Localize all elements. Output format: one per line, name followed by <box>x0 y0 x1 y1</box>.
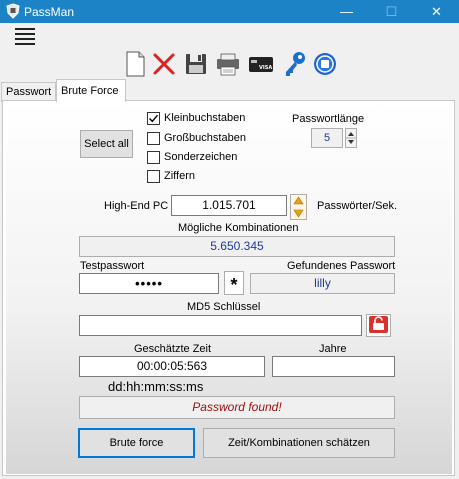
tab-content: Select all Kleinbuchstaben Großbuchstabe… <box>2 100 455 476</box>
new-document-icon[interactable] <box>122 50 148 78</box>
hamburger-menu-icon[interactable] <box>15 28 35 46</box>
estimated-time-label: Geschätzte Zeit <box>134 343 212 355</box>
high-end-pc-label: High-End PC <box>104 200 169 212</box>
estimate-button[interactable]: Zeit/Kombinationen schätzen <box>203 428 395 458</box>
unlock-icon <box>369 316 388 333</box>
password-length-label: Passwortlänge <box>292 113 365 125</box>
maximize-button[interactable]: ☐ <box>369 0 414 23</box>
brute-force-panel: Select all Kleinbuchstaben Großbuchstabe… <box>6 102 452 474</box>
printer-icon[interactable] <box>215 50 241 78</box>
test-password-label: Testpasswort <box>80 260 145 272</box>
found-password-label: Gefundenes Passwort <box>287 260 396 272</box>
select-all-button[interactable]: Select all <box>80 130 133 158</box>
uppercase-label: Großbuchstaben <box>164 132 246 144</box>
lowercase-label: Kleinbuchstaben <box>164 112 246 124</box>
window-client: VISA Passwort Brute Force Select all Kle… <box>0 23 459 479</box>
password-length-spinner[interactable] <box>345 128 357 148</box>
combinations-output: 5.650.345 <box>79 236 395 257</box>
years-label: Jahre <box>319 343 347 355</box>
checkmark-icon <box>149 114 159 123</box>
test-password-input[interactable]: ••••• <box>79 273 219 294</box>
power-icon[interactable] <box>312 50 338 78</box>
key-icon[interactable] <box>282 50 308 78</box>
credit-card-icon[interactable]: VISA <box>248 50 274 78</box>
speed-input[interactable]: 1.015.701 <box>171 195 287 216</box>
speed-unit-label: Passwörter/Sek. <box>317 200 398 212</box>
speed-spinner[interactable] <box>290 194 307 220</box>
password-length-input[interactable]: 5 <box>311 128 343 148</box>
years-output <box>272 356 395 377</box>
md5-label: MD5 Schlüssel <box>187 301 261 313</box>
special-chars-checkbox[interactable] <box>147 151 160 164</box>
combinations-label: Mögliche Kombinationen <box>178 222 299 234</box>
digits-label: Ziffern <box>164 170 195 182</box>
tab-passwort[interactable]: Passwort <box>1 82 56 102</box>
md5-unlock-button[interactable] <box>366 314 391 337</box>
uppercase-checkbox[interactable] <box>147 132 160 145</box>
save-icon[interactable] <box>183 50 209 78</box>
close-button[interactable]: ✕ <box>414 0 459 23</box>
time-format-label: dd:hh:mm:ss:ms <box>108 379 204 394</box>
lowercase-checkbox[interactable] <box>147 112 160 125</box>
title-bar: PassMan — ☐ ✕ <box>0 0 459 23</box>
minimize-button[interactable]: — <box>324 0 369 23</box>
tab-brute-force[interactable]: Brute Force <box>56 79 126 102</box>
toggle-mask-button[interactable]: * <box>224 271 244 295</box>
digits-checkbox[interactable] <box>147 170 160 183</box>
app-shield-icon <box>6 3 20 19</box>
md5-input[interactable] <box>79 315 362 336</box>
status-message: Password found! <box>79 396 395 419</box>
brute-force-button[interactable]: Brute force <box>78 428 195 458</box>
window-title: PassMan <box>24 5 75 19</box>
special-chars-label: Sonderzeichen <box>164 151 238 163</box>
delete-icon[interactable] <box>151 50 177 78</box>
estimated-time-output: 00:00:05:563 <box>79 356 265 377</box>
found-password-output: lilly <box>250 273 395 294</box>
updown-arrows-icon <box>293 196 304 218</box>
card-brand-text: VISA <box>259 65 272 71</box>
spinner-arrows-icon <box>346 132 356 144</box>
